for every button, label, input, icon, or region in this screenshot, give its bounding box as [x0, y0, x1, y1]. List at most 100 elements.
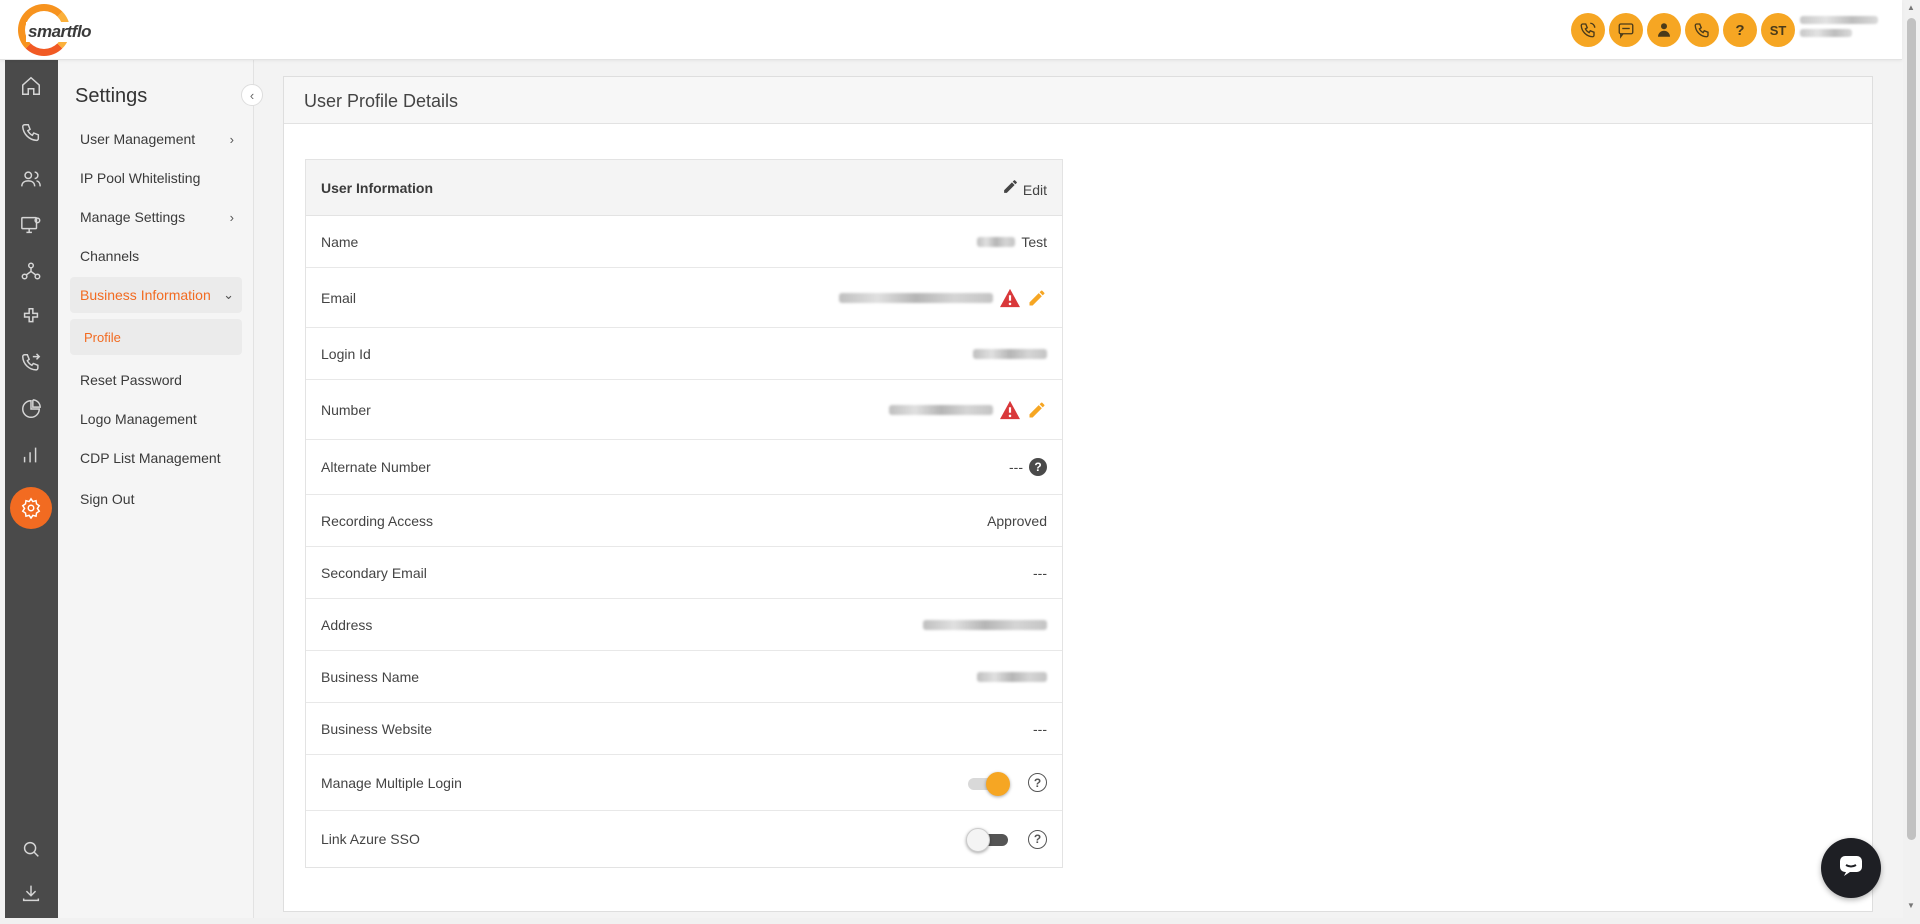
edit-button[interactable]: Edit: [1002, 178, 1047, 198]
row-email: Email: [306, 268, 1062, 328]
call-icon[interactable]: [1685, 13, 1719, 47]
manage-multiple-login-toggle[interactable]: [966, 771, 1010, 796]
scroll-thumb[interactable]: [1907, 18, 1916, 840]
avatar[interactable]: ST: [1761, 13, 1795, 47]
row-label: Business Name: [321, 668, 420, 685]
sidebar-item-label: Manage Settings: [80, 209, 186, 225]
sidebar-item-logo-management[interactable]: Logo Management: [80, 401, 242, 437]
header-actions: ? ST: [1571, 13, 1795, 47]
user-information-card: User Information Edit Name Test Email Lo…: [305, 159, 1063, 868]
home-icon[interactable]: [13, 68, 49, 104]
logo-text: smartflo: [26, 22, 94, 42]
link-azure-sso-toggle[interactable]: [966, 828, 1010, 852]
recording-access-value: Approved: [987, 513, 1047, 529]
sidebar-item-ip-pool-whitelisting[interactable]: IP Pool Whitelisting: [80, 160, 242, 196]
collapse-sidebar-button[interactable]: ‹: [241, 84, 263, 106]
icon-rail: [5, 60, 58, 918]
monitor-settings-icon[interactable]: [13, 207, 49, 243]
phone-icon[interactable]: [13, 115, 49, 151]
sidebar-item-label: Reset Password: [80, 372, 182, 388]
sidebar-item-label: Logo Management: [80, 411, 197, 427]
call-forward-icon[interactable]: [13, 345, 49, 381]
sidebar-item-user-management[interactable]: User Management ›: [80, 121, 242, 157]
row-label: Alternate Number: [321, 459, 431, 475]
toggle-knob: [966, 828, 990, 852]
address-value: [923, 619, 1047, 630]
users-icon[interactable]: [13, 161, 49, 197]
row-label: Link Azure SSO: [321, 831, 420, 847]
row-label: Address: [321, 616, 373, 633]
row-business-website: Business Website ---: [306, 703, 1062, 755]
edit-label: Edit: [1022, 181, 1047, 198]
sidebar-title: Settings: [75, 85, 148, 107]
redacted-email: [839, 292, 993, 303]
manage-multiple-login-control: ?: [966, 771, 1047, 796]
sidebar-item-channels[interactable]: Channels: [80, 238, 242, 274]
vertical-scrollbar[interactable]: ▲ ▼: [1903, 0, 1920, 924]
chevron-right-icon: ›: [229, 131, 234, 147]
user-name-redacted[interactable]: [1800, 16, 1882, 42]
toggle-knob: [986, 771, 1010, 796]
pie-chart-icon[interactable]: [13, 391, 49, 427]
integrations-icon[interactable]: [13, 299, 49, 335]
sidebar-item-label: User Management: [80, 131, 196, 147]
phone-ring-icon[interactable]: [1571, 13, 1605, 47]
row-value: Approved: [987, 512, 1047, 529]
search-icon[interactable]: [13, 831, 49, 867]
name-value: Test: [977, 234, 1047, 250]
redacted-first-name: [977, 236, 1016, 247]
bar-chart-icon[interactable]: [13, 437, 49, 473]
user-information-header: User Information Edit: [306, 160, 1062, 216]
help-icon[interactable]: ?: [1029, 458, 1047, 476]
chevron-down-icon: ⌄: [223, 287, 234, 302]
row-label: Login Id: [321, 345, 371, 362]
row-value: Test: [1021, 233, 1047, 250]
download-icon[interactable]: [13, 875, 49, 911]
row-secondary-email: Secondary Email ---: [306, 547, 1062, 599]
help-icon[interactable]: ?: [1723, 13, 1757, 47]
section-title: User Information: [321, 179, 434, 196]
email-value: [839, 288, 1047, 308]
row-manage-multiple-login: Manage Multiple Login ?: [306, 755, 1062, 811]
edit-number-icon[interactable]: [1027, 400, 1047, 420]
row-label: Number: [321, 401, 371, 418]
row-address: Address: [306, 599, 1062, 651]
sidebar-subitem-profile[interactable]: Profile: [70, 319, 242, 355]
agent-icon[interactable]: [1647, 13, 1681, 47]
row-number: Number: [306, 380, 1062, 440]
row-label: Email: [321, 289, 357, 306]
sidebar-item-manage-settings[interactable]: Manage Settings ›: [80, 199, 242, 235]
sidebar-item-cdp-list-management[interactable]: CDP List Management: [80, 440, 242, 476]
sidebar-item-sign-out[interactable]: Sign Out: [80, 481, 242, 517]
sidebar-item-label: Channels: [80, 248, 140, 264]
row-business-name: Business Name: [306, 651, 1062, 703]
help-icon[interactable]: ?: [1028, 773, 1047, 792]
chevron-right-icon: ›: [229, 209, 234, 225]
chat-icon: [1838, 854, 1864, 883]
horizontal-scrollbar[interactable]: [0, 918, 1903, 924]
row-link-azure-sso: Link Azure SSO ?: [306, 811, 1062, 867]
row-label: Secondary Email: [321, 564, 427, 581]
business-website-value: ---: [1033, 721, 1047, 737]
row-label: Name: [321, 233, 359, 250]
sidebar-item-reset-password[interactable]: Reset Password: [80, 362, 242, 398]
sms-icon[interactable]: [1609, 13, 1643, 47]
help-icon[interactable]: ?: [1028, 829, 1047, 849]
warning-icon[interactable]: [999, 400, 1021, 420]
chat-widget-button[interactable]: [1821, 838, 1881, 898]
redacted-business-name: [977, 671, 1047, 682]
alternate-number-value: --- ?: [1009, 458, 1047, 476]
scroll-up-arrow-icon[interactable]: ▲: [1907, 3, 1915, 12]
network-icon[interactable]: [13, 253, 49, 289]
settings-sidebar: Settings ‹ User Management › IP Pool Whi…: [58, 60, 263, 918]
login-id-value: [973, 348, 1047, 359]
row-name: Name Test: [306, 216, 1062, 268]
row-value: ---: [1009, 459, 1023, 475]
smartflo-logo[interactable]: smartflo: [16, 4, 102, 56]
settings-icon[interactable]: [10, 487, 52, 529]
pencil-icon: [1002, 178, 1019, 198]
sidebar-item-business-information[interactable]: Business Information ⌄: [70, 277, 242, 313]
warning-icon[interactable]: [999, 288, 1021, 308]
scroll-down-arrow-icon[interactable]: ▼: [1907, 901, 1915, 910]
edit-email-icon[interactable]: [1027, 288, 1047, 308]
